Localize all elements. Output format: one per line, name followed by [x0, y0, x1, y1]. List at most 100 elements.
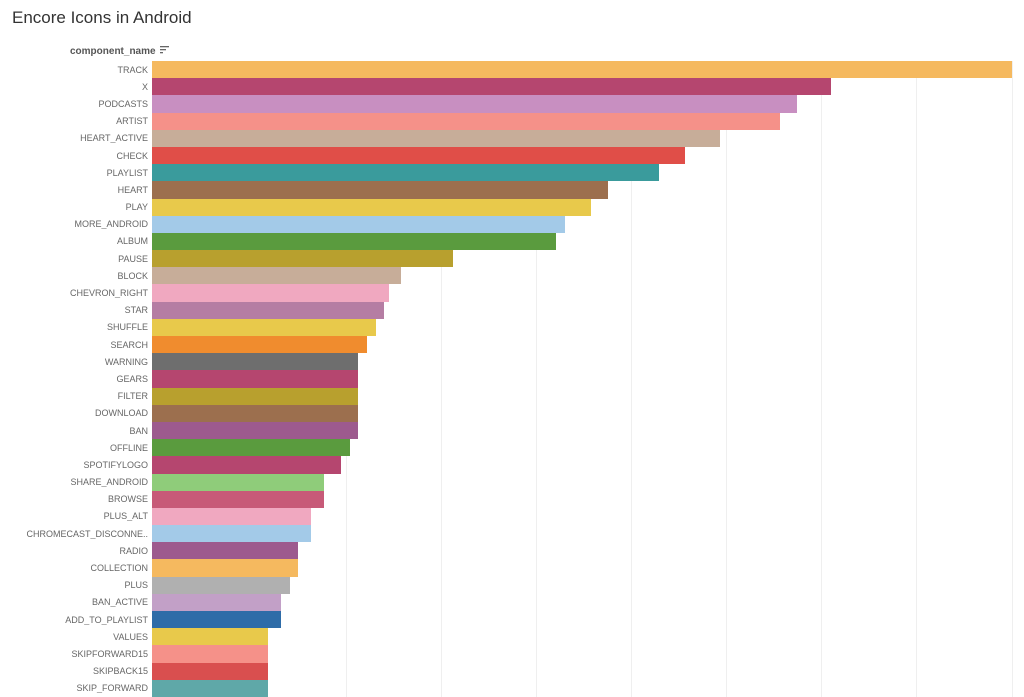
- bar[interactable]: [152, 663, 268, 680]
- bar[interactable]: [152, 456, 341, 473]
- y-axis-label: component_name: [70, 46, 156, 57]
- bar-label: FILTER: [12, 391, 152, 401]
- bar-track: [152, 388, 1012, 405]
- bar[interactable]: [152, 267, 401, 284]
- bar-track: [152, 422, 1012, 439]
- bar-label: PAUSE: [12, 254, 152, 264]
- bar-label: ALBUM: [12, 236, 152, 246]
- bar-row: CHEVRON_RIGHT: [12, 284, 1012, 301]
- bar-row: SKIPBACK15: [12, 663, 1012, 680]
- bar-row: SPOTIFYLOGO: [12, 456, 1012, 473]
- bar-label: SKIPBACK15: [12, 666, 152, 676]
- bar-track: [152, 370, 1012, 387]
- chart-title: Encore Icons in Android: [12, 8, 1012, 28]
- bar-label: BAN: [12, 426, 152, 436]
- bar-label: SEARCH: [12, 340, 152, 350]
- bar-track: [152, 628, 1012, 645]
- bar-row: BLOCK: [12, 267, 1012, 284]
- bar-row: TRACK: [12, 61, 1012, 78]
- bar[interactable]: [152, 61, 1012, 78]
- bar-label: COLLECTION: [12, 563, 152, 573]
- bar[interactable]: [152, 405, 358, 422]
- bar[interactable]: [152, 645, 268, 662]
- bar[interactable]: [152, 199, 591, 216]
- bar[interactable]: [152, 611, 281, 628]
- bar[interactable]: [152, 508, 311, 525]
- bar[interactable]: [152, 474, 324, 491]
- bar-track: [152, 250, 1012, 267]
- gridline: [1012, 61, 1013, 697]
- bar-row: PLUS: [12, 577, 1012, 594]
- bar[interactable]: [152, 250, 453, 267]
- bar-label: VALUES: [12, 632, 152, 642]
- bar[interactable]: [152, 164, 659, 181]
- bar-label: ADD_TO_PLAYLIST: [12, 615, 152, 625]
- bar[interactable]: [152, 284, 389, 301]
- bar-row: MORE_ANDROID: [12, 216, 1012, 233]
- bar-row: DOWNLOAD: [12, 405, 1012, 422]
- bar[interactable]: [152, 370, 358, 387]
- bar-row: HEART_ACTIVE: [12, 130, 1012, 147]
- bar-label: PLAYLIST: [12, 168, 152, 178]
- bar[interactable]: [152, 130, 720, 147]
- bar[interactable]: [152, 388, 358, 405]
- bar[interactable]: [152, 542, 298, 559]
- bar-label: X: [12, 82, 152, 92]
- bar[interactable]: [152, 147, 685, 164]
- bar-label: PLUS_ALT: [12, 511, 152, 521]
- bar-label: PODCASTS: [12, 99, 152, 109]
- chart-area: TRACKXPODCASTSARTISTHEART_ACTIVECHECKPLA…: [12, 61, 1012, 697]
- bar-track: [152, 78, 1012, 95]
- bar[interactable]: [152, 113, 780, 130]
- bar-track: [152, 542, 1012, 559]
- bar[interactable]: [152, 233, 556, 250]
- bar[interactable]: [152, 181, 608, 198]
- bar-label: BROWSE: [12, 494, 152, 504]
- bar-track: [152, 405, 1012, 422]
- bar[interactable]: [152, 439, 350, 456]
- bar[interactable]: [152, 525, 311, 542]
- sort-descending-icon: [160, 46, 170, 57]
- bar[interactable]: [152, 491, 324, 508]
- bar-track: [152, 456, 1012, 473]
- bar-track: [152, 233, 1012, 250]
- bar-track: [152, 508, 1012, 525]
- bar[interactable]: [152, 319, 376, 336]
- bar-track: [152, 284, 1012, 301]
- bar-row: BAN: [12, 422, 1012, 439]
- bar-label: RADIO: [12, 546, 152, 556]
- bar-track: [152, 216, 1012, 233]
- bar-row: PLAY: [12, 199, 1012, 216]
- bar[interactable]: [152, 216, 565, 233]
- bar-row: BAN_ACTIVE: [12, 594, 1012, 611]
- bar-track: [152, 663, 1012, 680]
- bar-label: MORE_ANDROID: [12, 219, 152, 229]
- bar-row: PLAYLIST: [12, 164, 1012, 181]
- bar[interactable]: [152, 577, 290, 594]
- bar-row: VALUES: [12, 628, 1012, 645]
- bar[interactable]: [152, 336, 367, 353]
- bar[interactable]: [152, 680, 268, 697]
- bar-row: GEARS: [12, 370, 1012, 387]
- bar-row: SHARE_ANDROID: [12, 474, 1012, 491]
- bar-label: TRACK: [12, 65, 152, 75]
- bar-row: SKIP_FORWARD: [12, 680, 1012, 697]
- bar-track: [152, 474, 1012, 491]
- bar-label: SHUFFLE: [12, 322, 152, 332]
- bar-row: PODCASTS: [12, 95, 1012, 112]
- bar[interactable]: [152, 78, 831, 95]
- bar[interactable]: [152, 422, 358, 439]
- bar-label: SKIP_FORWARD: [12, 683, 152, 693]
- bar-label: CHROMECAST_DISCONNE..: [12, 529, 152, 539]
- bar-row: SHUFFLE: [12, 319, 1012, 336]
- bar[interactable]: [152, 559, 298, 576]
- bar[interactable]: [152, 95, 797, 112]
- bar[interactable]: [152, 628, 268, 645]
- bar-label: SPOTIFYLOGO: [12, 460, 152, 470]
- bar-track: [152, 95, 1012, 112]
- bar[interactable]: [152, 353, 358, 370]
- bar[interactable]: [152, 302, 384, 319]
- bar-track: [152, 319, 1012, 336]
- bar-row: RADIO: [12, 542, 1012, 559]
- bar[interactable]: [152, 594, 281, 611]
